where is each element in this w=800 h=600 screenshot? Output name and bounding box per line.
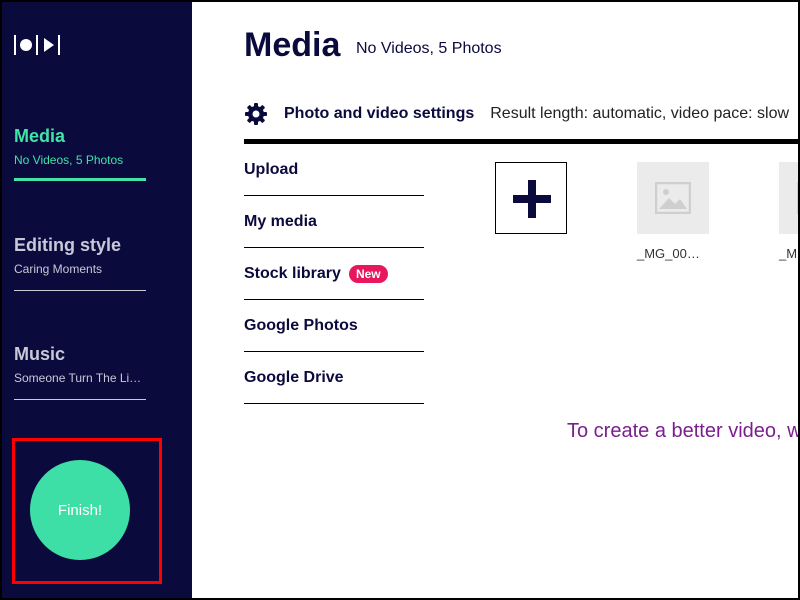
source-upload[interactable]: Upload [244,144,424,196]
settings-link[interactable]: Photo and video settings [284,105,474,123]
source-my-media[interactable]: My media [244,196,424,248]
divider [14,290,146,291]
image-placeholder-icon [655,182,691,214]
sidebar-item-subtitle: No Videos, 5 Photos [14,153,124,167]
page-subtitle: No Videos, 5 Photos [356,40,502,57]
source-stock-library[interactable]: Stock library New [244,248,424,300]
hint-text: To create a better video, w [567,420,800,442]
sidebar-item-media[interactable]: Media No Videos, 5 Photos [14,126,146,181]
thumbnail-label: _MG_00… [637,246,700,261]
media-thumbnail[interactable] [779,162,798,234]
source-label: Stock library [244,264,341,282]
source-label: Google Drive [244,368,344,386]
sidebar-item-music[interactable]: Music Someone Turn The Li… [14,344,146,400]
plus-icon-vertical [528,180,536,218]
logo-icon[interactable] [12,32,64,58]
active-indicator [14,178,146,181]
main-content: Media No Videos, 5 Photos Photo and vide… [192,2,798,598]
settings-row: Photo and video settings Result length: … [244,100,798,128]
thumbnail-label: _M [779,246,798,261]
divider [14,399,146,400]
media-source-list: Upload My media Stock library New Google… [244,144,424,404]
app-window: Media No Videos, 5 Photos Editing style … [0,0,800,600]
gear-icon[interactable] [244,102,268,126]
source-google-photos[interactable]: Google Photos [244,300,424,352]
source-label: My media [244,212,317,230]
sidebar-item-title: Editing style [14,235,122,255]
sidebar-item-editing-style[interactable]: Editing style Caring Moments [14,235,146,291]
sidebar-item-title: Media [14,126,66,146]
source-label: Google Photos [244,316,358,334]
sidebar-item-subtitle: Someone Turn The Li… [14,371,142,385]
finish-button[interactable]: Finish! [30,460,130,560]
add-media-button[interactable] [495,162,567,234]
media-thumbnail[interactable] [637,162,709,234]
source-google-drive[interactable]: Google Drive [244,352,424,404]
source-label: Upload [244,160,299,178]
settings-summary: Result length: automatic, video pace: sl… [490,105,790,122]
sidebar-item-title: Music [14,344,66,364]
new-badge: New [348,264,388,283]
sidebar-item-subtitle: Caring Moments [14,262,103,276]
page-title: Media [244,26,341,64]
